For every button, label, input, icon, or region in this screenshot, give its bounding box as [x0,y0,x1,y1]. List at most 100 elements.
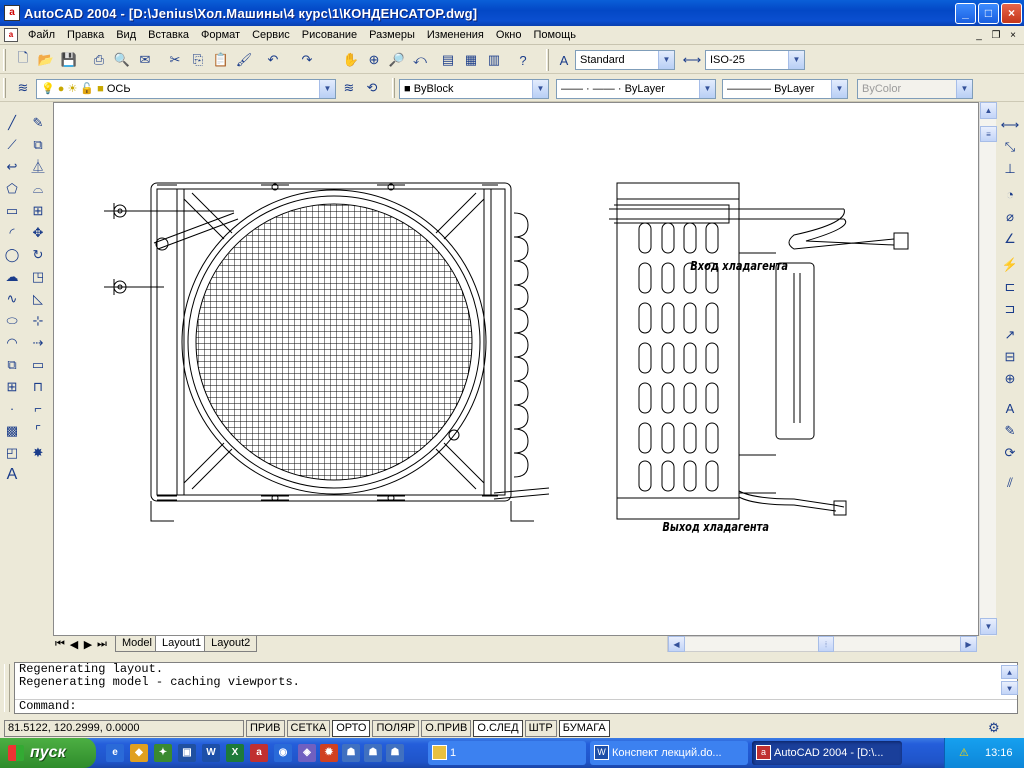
redo-icon[interactable]: ↷ [296,49,318,71]
fillet-icon[interactable]: ⌜ [27,420,49,442]
insert-block-icon[interactable]: ⧉ [1,354,23,376]
color-combo[interactable]: ■ ByBlock ▼ [399,79,549,99]
tab-layout2[interactable]: Layout2 [204,636,258,652]
mirror-icon[interactable]: ⏅ [27,156,49,178]
text-style-combo[interactable]: Standard ▼ [575,50,675,70]
spline-icon[interactable]: ∿ [1,288,23,310]
quicklaunch-icon[interactable]: ◆ [130,744,148,762]
menu-edit[interactable]: Правка [61,29,110,41]
ie-icon[interactable]: e [106,744,124,762]
zoom-previous-icon[interactable]: ⤺ [409,49,431,71]
menu-tools[interactable]: Сервис [246,29,296,41]
prev-tab-icon[interactable]: ◀ [67,638,81,651]
chevron-down-icon[interactable]: ▼ [319,80,335,98]
match-properties-icon[interactable]: 🖌 [233,49,255,71]
doc-minimize-button[interactable]: _ [972,29,986,42]
maximize-button[interactable]: □ [978,3,999,24]
command-prompt[interactable]: Command: [15,699,1017,713]
dim-style-combo[interactable]: ISO-25 ▼ [705,50,805,70]
chevron-down-icon[interactable]: ▼ [831,80,847,98]
quicklaunch-icon[interactable]: ☗ [386,744,404,762]
menu-file[interactable]: Файл [22,29,61,41]
erase-icon[interactable]: ✎ [27,112,49,134]
make-block-icon[interactable]: ⊞ [1,376,23,398]
quicklaunch-icon[interactable]: ☗ [364,744,382,762]
paste-icon[interactable]: 📋 [210,49,232,71]
properties-icon[interactable]: ▤ [437,49,459,71]
scroll-left-icon[interactable]: ◀ [668,636,685,652]
grid-toggle[interactable]: СЕТКА [286,719,331,737]
publish-icon[interactable]: ✉ [134,49,156,71]
close-button[interactable]: × [1001,3,1022,24]
last-tab-icon[interactable]: ⏭ [95,638,109,651]
design-center-icon[interactable]: ▦ [460,49,482,71]
command-window-grip[interactable] [4,664,10,712]
chamfer-icon[interactable]: ⌐ [27,398,49,420]
quicklaunch-icon[interactable]: ▣ [178,744,196,762]
preview-icon[interactable]: 🔍 [111,49,133,71]
extend-icon[interactable]: ⇢ [27,332,49,354]
task-autocad[interactable]: a AutoCAD 2004 - [D:\... [752,741,902,765]
scroll-right-icon[interactable]: ▶ [960,636,977,652]
point-icon[interactable]: · [1,398,23,420]
start-button[interactable]: пуск [0,738,96,768]
region-icon[interactable]: ◰ [1,442,23,464]
explode-icon[interactable]: ✸ [27,442,49,464]
leader-icon[interactable]: ↗ [999,324,1021,346]
otrack-toggle[interactable]: О.СЛЕД [473,719,523,737]
autocad-icon[interactable]: a [250,744,268,762]
linetype-combo[interactable]: —— · —— · ByLayer ▼ [556,79,716,99]
dimension-edit-icon[interactable]: A [999,398,1021,420]
new-icon[interactable]: 🗋 [12,49,34,71]
comm-center-icon[interactable]: ⚙ [988,720,1000,736]
angular-dimension-icon[interactable]: ∠ [999,228,1021,250]
document-icon[interactable]: a [4,28,18,42]
command-window[interactable]: Regenerating layout. Regenerating model … [14,662,1018,714]
task-word-document[interactable]: W Конспект лекций.do... [590,741,748,765]
chevron-down-icon[interactable]: ▼ [532,80,548,98]
cut-icon[interactable]: ✂ [164,49,186,71]
undo-icon[interactable]: ↶ [262,49,284,71]
menu-draw[interactable]: Рисование [296,29,363,41]
help-icon[interactable]: ? [512,49,534,71]
menu-window[interactable]: Окно [490,29,528,41]
toolbar-grip[interactable] [3,78,6,98]
move-icon[interactable]: ✥ [27,222,49,244]
scroll-up-icon[interactable]: ▲ [980,102,997,119]
quicklaunch-icon[interactable]: ◈ [298,744,316,762]
dimension-style-tool-icon[interactable]: ⫽ [999,472,1021,494]
aligned-dimension-icon[interactable]: ⤡ [999,136,1021,158]
diameter-dimension-icon[interactable]: ⌀ [999,206,1021,228]
make-current-layer-icon[interactable]: ≋ [338,77,360,99]
stretch-icon[interactable]: ◺ [27,288,49,310]
horizontal-scrollbar[interactable]: ◀ ⦙ ▶ [667,636,977,652]
continue-dimension-icon[interactable]: ⊐ [999,298,1021,320]
array-icon[interactable]: ⊞ [27,200,49,222]
scale-icon[interactable]: ◳ [27,266,49,288]
cmd-scroll-up-icon[interactable]: ▲ [1001,665,1018,679]
quicklaunch-icon[interactable]: ✦ [154,744,172,762]
multiline-text-icon[interactable]: A [1,464,23,486]
arc-icon[interactable]: ◜ [1,222,23,244]
quick-dimension-icon[interactable]: ⚡ [999,254,1021,276]
tab-layout1[interactable]: Layout1 [154,636,209,652]
scroll-thumb[interactable]: ≡ [980,126,997,142]
layer-manager-icon[interactable]: ≋ [12,77,34,99]
clock[interactable]: 13:16 [985,738,1013,768]
rectangle-icon[interactable]: ▭ [1,200,23,222]
first-tab-icon[interactable]: ⏮ [53,638,67,651]
tab-model[interactable]: Model [115,636,159,652]
zoom-realtime-icon[interactable]: ⊕ [363,49,385,71]
copy-icon[interactable]: ⎘ [187,49,209,71]
radius-dimension-icon[interactable]: ◔ [999,184,1021,206]
lineweight-toggle[interactable]: ШТР [524,719,557,737]
offset-icon[interactable]: ⌓ [27,178,49,200]
doc-restore-button[interactable]: ❐ [989,29,1003,42]
circle-icon[interactable]: ◯ [1,244,23,266]
menu-format[interactable]: Формат [195,29,246,41]
text-style-icon[interactable]: A [553,49,575,71]
next-tab-icon[interactable]: ▶ [81,638,95,651]
tolerance-icon[interactable]: ⊟ [999,346,1021,368]
paper-toggle[interactable]: БУМАГА [558,719,610,737]
chevron-down-icon[interactable]: ▼ [788,51,804,69]
